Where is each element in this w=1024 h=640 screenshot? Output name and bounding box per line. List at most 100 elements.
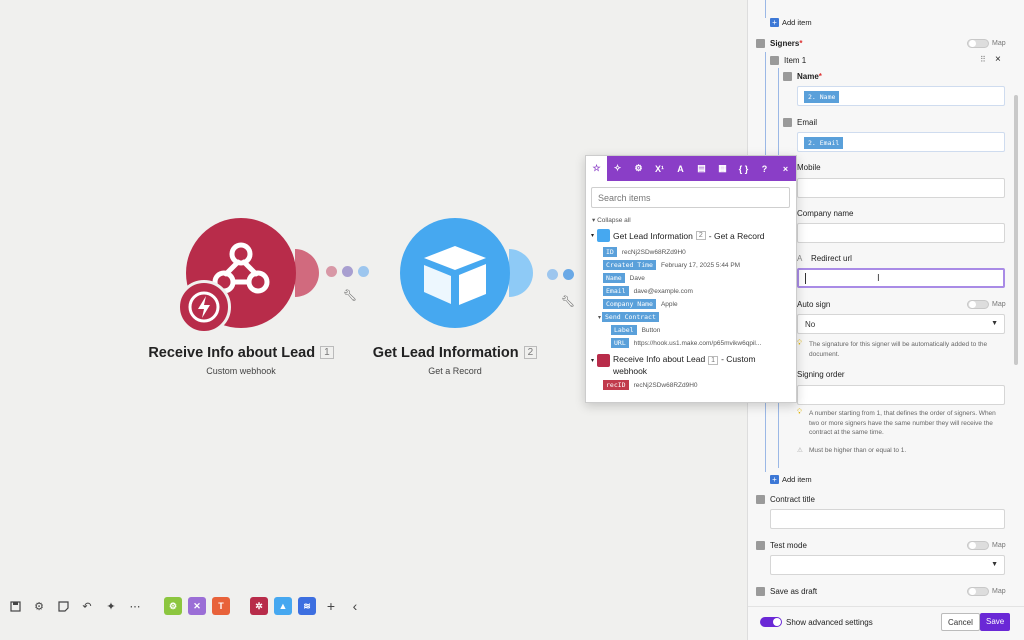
auto-sign-hint: The signature for this signer will be au… (809, 341, 988, 358)
superscript-icon[interactable]: X¹ (649, 156, 670, 181)
checkbox-icon[interactable] (756, 541, 765, 550)
module-connector-ear[interactable] (509, 249, 533, 297)
instant-trigger-badge (177, 280, 231, 334)
contract-title-field[interactable] (770, 509, 1005, 529)
add-icon[interactable]: + (770, 475, 779, 484)
webhook-icon[interactable]: ✲ (250, 597, 268, 615)
collapse-all-link[interactable]: ▾ Collapse all (592, 216, 796, 224)
braces-icon[interactable]: { } (733, 156, 754, 181)
company-name-label: Company name (797, 209, 854, 218)
signers-map-toggle[interactable] (967, 39, 989, 48)
redirect-url-label: Redirect url (811, 254, 852, 263)
wrench-icon[interactable]: 🔧︎ (343, 289, 357, 302)
checkbox-icon[interactable] (756, 495, 765, 504)
auto-sign-value: No (805, 320, 816, 329)
save-as-draft-label: Save as draft (770, 587, 818, 596)
add-item-button[interactable]: Add item (782, 18, 812, 27)
list-item[interactable]: ▾ Send Contract (598, 312, 796, 322)
advanced-settings-toggle[interactable] (760, 617, 782, 627)
text-type-icon: A (797, 254, 803, 263)
auto-sign-map-toggle[interactable] (967, 300, 989, 309)
list-item[interactable]: Company Name Apple (603, 299, 796, 309)
text-icon[interactable]: A (670, 156, 691, 181)
airtable-icon (597, 229, 611, 242)
collapse-toolbar-icon[interactable]: ‹ (346, 597, 364, 615)
remove-item-icon[interactable]: × (995, 54, 1001, 65)
tools-icon[interactable]: ⚙︎ (164, 597, 182, 615)
wrench-icon[interactable]: 🔧︎ (561, 295, 575, 308)
flow-control-icon[interactable]: ✕ (188, 597, 206, 615)
signing-order-field[interactable] (797, 385, 1005, 405)
email-field[interactable]: 2. Email (797, 132, 1005, 152)
cancel-button[interactable]: Cancel (941, 613, 980, 631)
panel-scrollbar[interactable] (1014, 95, 1018, 365)
redirect-url-field[interactable]: I (797, 268, 1005, 288)
add-module-icon[interactable]: + (322, 597, 340, 615)
group-receive-info[interactable]: ▾ Receive Info about Lead 1- Custom webho… (591, 354, 796, 376)
map-label: Map (992, 588, 1006, 595)
checkbox-icon[interactable] (783, 118, 792, 127)
more-icon[interactable]: ⋯ (126, 597, 144, 615)
group-get-lead-information[interactable]: ▾ Get Lead Information 2- Get a Record (591, 229, 796, 242)
connector-dot (358, 266, 369, 277)
email-mapped-pill[interactable]: 2. Email (804, 137, 844, 149)
make-icon[interactable]: ≋ (298, 597, 316, 615)
gear-icon[interactable]: ⚙︎ (628, 156, 649, 181)
undo-icon[interactable]: ↶ (78, 597, 96, 615)
star-icon[interactable]: ☆ (586, 156, 607, 181)
warning-icon: ⚠ (797, 447, 803, 454)
airtable-icon[interactable] (400, 218, 510, 328)
contract-title-label: Contract title (770, 495, 815, 504)
settings-icon[interactable]: ⚙︎ (30, 597, 48, 615)
close-icon[interactable]: × (775, 156, 796, 181)
notes-icon[interactable] (54, 597, 72, 615)
mobile-field[interactable] (797, 178, 1005, 198)
list-item[interactable]: ID recNj2SDw68RZd9H0 (603, 247, 796, 257)
chevron-down-icon: ▼ (991, 561, 998, 568)
save-as-draft-map-toggle[interactable] (967, 587, 989, 596)
module-connector-ear[interactable] (295, 249, 319, 297)
list-item[interactable]: Created Time February 17, 2025 5:44 PM (603, 260, 796, 270)
map-label: Map (992, 40, 1006, 47)
test-mode-map-toggle[interactable] (967, 541, 989, 550)
lightbulb-icon: 💡︎ (797, 409, 802, 416)
signing-order-hint-2: Must be higher than or equal to 1. (809, 447, 907, 454)
help-icon[interactable]: ? (754, 156, 775, 181)
auto-sign-select[interactable]: No ▼ (797, 314, 1005, 334)
checkbox-icon[interactable] (783, 72, 792, 81)
webhook-icon (597, 354, 611, 367)
list-item[interactable]: Email dave@example.com (603, 286, 796, 296)
table-icon[interactable]: ▦ (712, 156, 733, 181)
test-mode-select[interactable]: ▼ (770, 555, 1005, 575)
panel-footer: Show advanced settings Cancel Save (748, 606, 1024, 640)
add-item-button[interactable]: Add item (782, 475, 812, 484)
name-mapped-pill[interactable]: 2. Name (804, 91, 840, 103)
mapping-tabs: ☆ ✧ ⚙︎ X¹ A ▤ ▦ { } ? × (586, 156, 796, 181)
drag-handle-icon[interactable]: ⠿ (980, 55, 986, 64)
email-label: Email (797, 118, 818, 127)
lightbulb-icon: 💡︎ (797, 340, 802, 347)
magic-wand-icon[interactable]: ✦ (102, 597, 120, 615)
text-parser-icon[interactable]: T (212, 597, 230, 615)
connector-dot (342, 266, 353, 277)
save-button[interactable]: Save (980, 613, 1011, 631)
signing-order-hint: A number starting from 1, that defines t… (809, 410, 996, 436)
save-icon[interactable] (6, 597, 24, 615)
search-items-input[interactable]: Search items (591, 187, 790, 208)
connector-dot (563, 269, 574, 280)
checkbox-icon[interactable] (756, 39, 765, 48)
name-field[interactable]: 2. Name (797, 86, 1005, 106)
map-label: Map (992, 301, 1006, 308)
company-name-field[interactable] (797, 223, 1005, 243)
airtable-icon[interactable]: ▲ (274, 597, 292, 615)
checkbox-icon[interactable] (770, 56, 779, 65)
list-item[interactable]: Label Button (611, 325, 796, 335)
add-icon[interactable]: + (770, 18, 779, 27)
list-item[interactable]: Name Dave (603, 273, 796, 283)
list-item[interactable]: URL https://hook.us1.make.com/p65mvikw6qp… (611, 338, 796, 348)
calendar-icon[interactable]: ▤ (691, 156, 712, 181)
list-item[interactable]: recID recNj2SDw68RZd9H0 (603, 380, 796, 390)
checkbox-icon[interactable] (756, 587, 765, 596)
auto-sign-label: Auto sign (797, 300, 831, 309)
sparkle-icon[interactable]: ✧ (607, 156, 628, 181)
